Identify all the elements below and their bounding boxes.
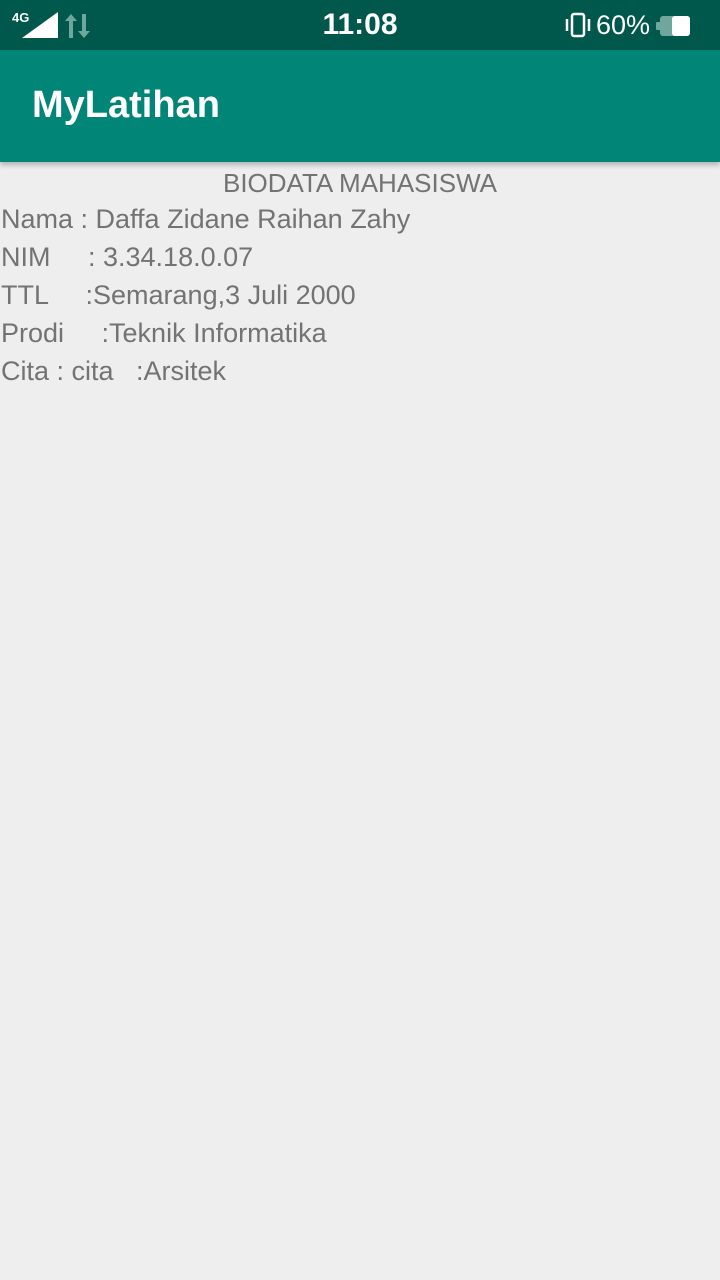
prodi-line: Prodi :Teknik Informatika — [1, 318, 327, 348]
battery-icon — [656, 16, 690, 36]
biodata-heading: BIODATA MAHASISWA — [222, 168, 497, 198]
vibrate-icon — [565, 12, 591, 38]
status-right: 60% — [564, 8, 704, 42]
app-title: MyLatihan — [32, 84, 220, 126]
cita-line: Cita : cita :Arsitek — [1, 356, 227, 386]
battery-percentage: 60% — [596, 10, 651, 40]
app-bar: MyLatihan — [0, 50, 720, 162]
ttl-line: TTL :Semarang,3 Juli 2000 — [1, 280, 356, 310]
status-bar: 4G 11:08 60% — [0, 0, 720, 50]
name-line: Nama : Daffa Zidane Raihan Zahy — [1, 204, 411, 234]
nim-line: NIM : 3.34.18.0.07 — [1, 242, 254, 272]
